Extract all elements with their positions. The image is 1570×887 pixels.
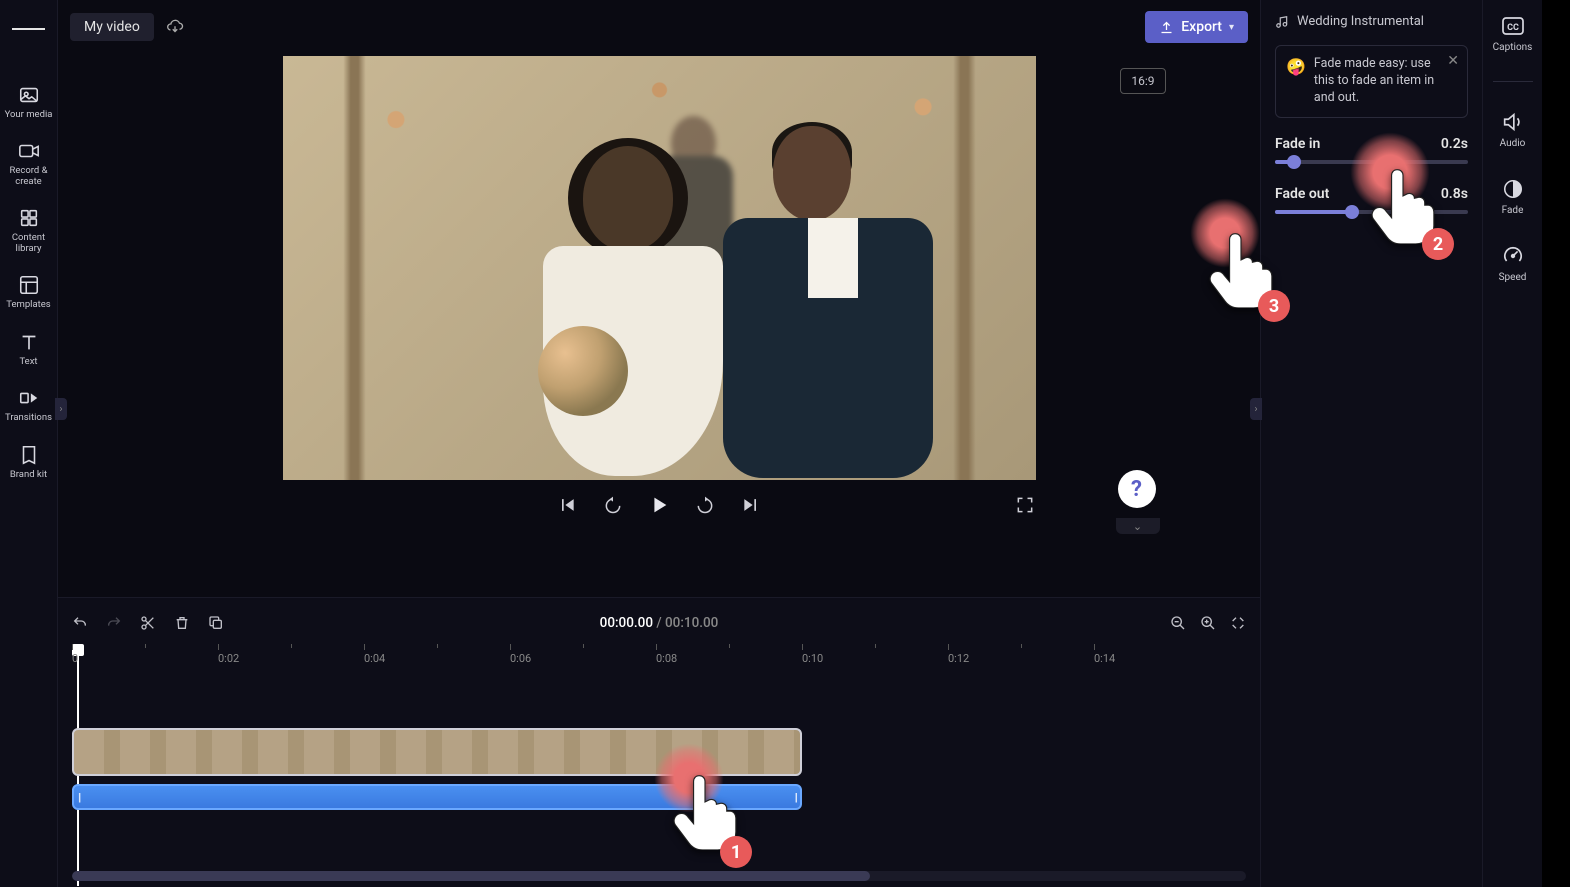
export-button[interactable]: Export ▾ bbox=[1145, 11, 1248, 43]
fade-out-slider[interactable] bbox=[1275, 210, 1468, 214]
duration: 00:10.00 bbox=[665, 615, 718, 631]
cloud-save-icon bbox=[166, 18, 184, 36]
fade-out-label: Fade out bbox=[1275, 186, 1329, 202]
fade-in-thumb[interactable] bbox=[1287, 155, 1301, 169]
text-icon bbox=[18, 331, 40, 353]
fullscreen-button[interactable] bbox=[1014, 494, 1036, 516]
current-time: 00:00.00 bbox=[600, 615, 653, 631]
library-icon bbox=[18, 207, 40, 229]
selected-track-title: Wedding Instrumental bbox=[1297, 14, 1424, 29]
brandkit-icon bbox=[18, 444, 40, 466]
zoom-fit-button[interactable] bbox=[1230, 615, 1246, 631]
captions-icon: CC bbox=[1501, 14, 1525, 38]
rail-item-audio[interactable]: Audio bbox=[1500, 110, 1526, 149]
audio-icon bbox=[1500, 110, 1524, 134]
groom-figure bbox=[713, 126, 943, 480]
fade-out-value: 0.8s bbox=[1441, 186, 1468, 202]
svg-text:CC: CC bbox=[1507, 23, 1519, 33]
chevron-down-icon: ▾ bbox=[1229, 22, 1234, 33]
speed-icon bbox=[1501, 244, 1525, 268]
sidebar-item-text[interactable]: Text bbox=[3, 321, 55, 377]
timeline-scrollbar[interactable] bbox=[72, 871, 1246, 881]
sidebar-item-label: Content library bbox=[3, 233, 55, 254]
rail-item-captions[interactable]: CC Captions bbox=[1493, 14, 1533, 53]
sidebar-item-label: Text bbox=[19, 357, 37, 367]
delete-button[interactable] bbox=[174, 615, 190, 631]
fade-icon bbox=[1501, 177, 1525, 201]
undo-button[interactable] bbox=[72, 615, 88, 631]
fade-in-value: 0.2s bbox=[1441, 136, 1468, 152]
tip-text: Fade made easy: use this to fade an item… bbox=[1314, 56, 1439, 107]
video-clip[interactable] bbox=[72, 728, 802, 776]
sidebar-item-label: Templates bbox=[6, 300, 50, 310]
music-note-icon bbox=[1275, 15, 1289, 29]
sidebar-item-transitions[interactable]: Transitions bbox=[3, 377, 55, 433]
clip-handle-left[interactable]: || bbox=[78, 791, 79, 804]
rail-item-fade[interactable]: Fade bbox=[1501, 177, 1525, 216]
skip-back-button[interactable] bbox=[556, 494, 578, 516]
fade-in-label: Fade in bbox=[1275, 136, 1320, 152]
sidebar-item-templates[interactable]: Templates bbox=[3, 264, 55, 320]
aspect-ratio-button[interactable]: 16:9 bbox=[1120, 68, 1165, 94]
project-title[interactable]: My video bbox=[70, 13, 154, 41]
forward-5s-button[interactable] bbox=[694, 494, 716, 516]
audio-clip[interactable]: || || bbox=[72, 784, 802, 810]
rail-item-speed[interactable]: Speed bbox=[1499, 244, 1527, 283]
zoom-in-button[interactable] bbox=[1200, 615, 1216, 631]
split-button[interactable] bbox=[140, 615, 156, 631]
tip-card: 🤪 Fade made easy: use this to fade an it… bbox=[1275, 45, 1468, 118]
templates-icon bbox=[18, 274, 40, 296]
record-icon bbox=[18, 140, 40, 162]
sidebar-item-label: Brand kit bbox=[10, 470, 47, 480]
fade-in-slider[interactable] bbox=[1275, 160, 1468, 164]
sidebar-item-record-create[interactable]: Record & create bbox=[3, 130, 55, 197]
clip-handle-right[interactable]: || bbox=[795, 791, 796, 804]
skip-forward-button[interactable] bbox=[740, 494, 762, 516]
sidebar-item-brand-kit[interactable]: Brand kit bbox=[3, 434, 55, 490]
party-emoji-icon: 🤪 bbox=[1286, 56, 1306, 107]
sidebar-item-your-media[interactable]: Your media bbox=[3, 74, 55, 130]
help-button[interactable]: ? bbox=[1118, 470, 1156, 508]
timeline-timecode: 00:00.00 / 00:10.00 bbox=[600, 615, 719, 631]
duplicate-button[interactable] bbox=[208, 615, 224, 631]
timeline-ruler[interactable]: 0 0:02 0:04 0:06 0:08 0:10 0:12 0:14 bbox=[72, 644, 1246, 668]
sidebar-item-label: Record & create bbox=[3, 166, 55, 187]
upload-icon bbox=[1159, 20, 1174, 35]
collapse-preview-button[interactable]: ⌄ bbox=[1116, 518, 1160, 534]
zoom-out-button[interactable] bbox=[1170, 615, 1186, 631]
sidebar-item-label: Your media bbox=[5, 110, 53, 120]
video-preview[interactable] bbox=[283, 56, 1036, 480]
media-icon bbox=[18, 84, 40, 106]
play-button[interactable] bbox=[648, 494, 670, 516]
bride-figure bbox=[553, 146, 723, 466]
collapse-inspector-button[interactable]: › bbox=[1250, 398, 1262, 420]
fade-out-thumb[interactable] bbox=[1345, 205, 1359, 219]
hamburger-menu[interactable] bbox=[12, 12, 46, 46]
transitions-icon bbox=[18, 387, 40, 409]
sidebar-item-content-library[interactable]: Content library bbox=[3, 197, 55, 264]
close-tip-button[interactable]: ✕ bbox=[1447, 52, 1459, 71]
rewind-5s-button[interactable] bbox=[602, 494, 624, 516]
sidebar-item-label: Transitions bbox=[5, 413, 52, 423]
redo-button[interactable] bbox=[106, 615, 122, 631]
export-label: Export bbox=[1181, 19, 1222, 35]
